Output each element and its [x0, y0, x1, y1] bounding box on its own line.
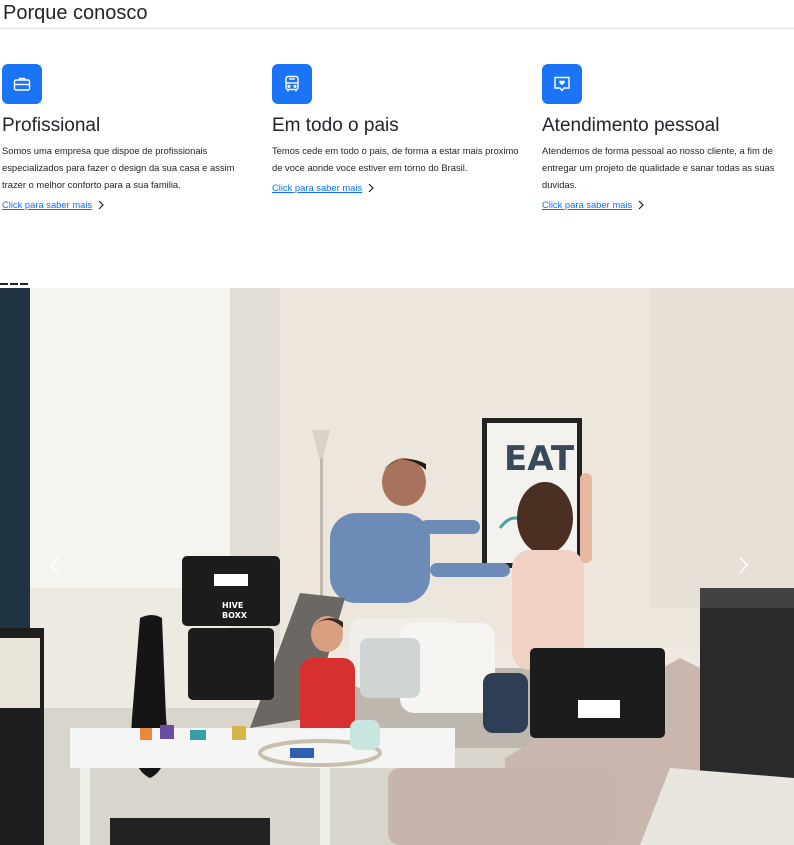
- heart-chat-icon: [542, 64, 582, 104]
- learn-more-label: Click para saber mais: [2, 199, 93, 210]
- feature-title: Em todo o pais: [272, 115, 399, 136]
- learn-more-link[interactable]: Click para saber mais: [272, 179, 375, 196]
- section-title: Porque conosco: [3, 2, 148, 24]
- carousel-indicator[interactable]: [20, 283, 28, 285]
- chevron-left-icon: [49, 556, 59, 574]
- feature-nationwide: Em todo o pais Temos cede em todo o pais…: [272, 64, 522, 196]
- section-header: Porque conosco: [0, 0, 794, 29]
- learn-more-label: Click para saber mais: [272, 182, 363, 193]
- feature-personal-service: Atendimento pessoal Atendemos de forma p…: [542, 64, 792, 213]
- carousel-next-button[interactable]: [728, 540, 758, 590]
- poster-text: EAT: [504, 439, 575, 479]
- feature-description: Atendemos de forma pessoal ao nosso clie…: [542, 145, 775, 190]
- box-label: HIVE: [222, 601, 243, 610]
- carousel-indicator[interactable]: [0, 283, 8, 285]
- feature-title: Atendimento pessoal: [542, 115, 720, 136]
- carousel: EAT HIVE BOXX: [0, 288, 794, 845]
- bus-icon: [272, 64, 312, 104]
- carousel-photo: EAT HIVE BOXX: [0, 288, 794, 845]
- carousel-prev-button[interactable]: [40, 540, 70, 590]
- box-label: BOXX: [222, 611, 248, 620]
- feature-title: Profissional: [2, 115, 101, 136]
- carousel-indicator[interactable]: [10, 283, 18, 285]
- chevron-right-icon: [739, 556, 749, 574]
- chevron-right-icon: [637, 200, 645, 210]
- learn-more-link[interactable]: Click para saber mais: [2, 196, 105, 213]
- learn-more-link[interactable]: Click para saber mais: [542, 196, 645, 213]
- carousel-indicators[interactable]: [0, 283, 28, 285]
- briefcase-icon: [2, 64, 42, 104]
- feature-professional: Profissional Somos uma empresa que dispo…: [2, 64, 252, 213]
- learn-more-label: Click para saber mais: [542, 199, 633, 210]
- chevron-right-icon: [367, 183, 375, 193]
- chevron-right-icon: [97, 200, 105, 210]
- page: Porque conosco Profissional Somos uma em…: [0, 0, 794, 845]
- feature-description: Temos cede em todo o pais, de forma a es…: [272, 145, 519, 173]
- feature-description: Somos uma empresa que dispoe de profissi…: [2, 145, 235, 190]
